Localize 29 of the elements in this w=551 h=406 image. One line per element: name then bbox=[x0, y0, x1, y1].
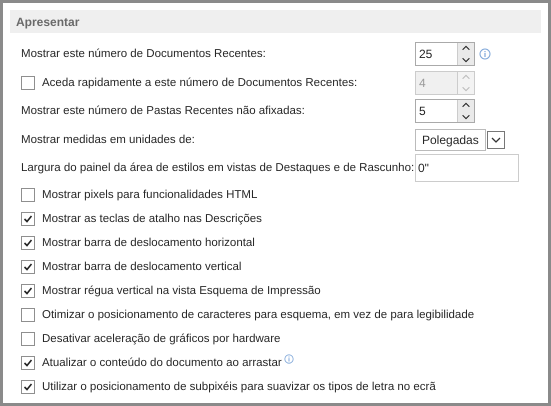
width-input-field[interactable]: 0" bbox=[415, 154, 519, 182]
option-label: Mostrar barra de deslocamento horizontal bbox=[42, 236, 255, 248]
option-label: Mostrar pixels para funcionalidades HTML bbox=[42, 188, 258, 200]
setting-label: Mostrar este número de Pastas Recentes não afixadas: bbox=[21, 105, 305, 118]
checkbox[interactable] bbox=[21, 236, 35, 250]
checkbox[interactable] bbox=[21, 308, 35, 322]
option-label: Mostrar as teclas de atalho nas Descrições bbox=[42, 212, 262, 224]
number-spinner[interactable]: 25 bbox=[415, 42, 475, 66]
option-label: Desativar aceleração de gráficos por hardware bbox=[42, 332, 280, 344]
checkbox[interactable] bbox=[21, 284, 35, 298]
units-dropdown[interactable]: Polegadas bbox=[415, 128, 486, 151]
section-title: Apresentar bbox=[16, 14, 80, 28]
chevron-down-icon[interactable] bbox=[486, 130, 505, 149]
option-label: Mostrar régua vertical na vista Esquema de Impressão bbox=[42, 284, 321, 296]
option-label: Mostrar barra de deslocamento vertical bbox=[42, 260, 242, 272]
checkbox[interactable] bbox=[21, 356, 35, 370]
setting-label: Mostrar este número de Documentos Recentes: bbox=[21, 48, 266, 60]
checkbox[interactable] bbox=[21, 332, 35, 346]
checkbox[interactable] bbox=[21, 380, 35, 394]
checkbox[interactable] bbox=[21, 188, 35, 202]
option-label: Otimizar o posicionamento de caracteres para esquema, em vez de para legibilidade bbox=[42, 308, 474, 320]
option-label: Atualizar o conteúdo do documento ao arrastar bbox=[42, 356, 282, 368]
number-spinner[interactable]: 5 bbox=[415, 99, 475, 124]
checkbox[interactable] bbox=[21, 260, 35, 274]
checkbox[interactable] bbox=[21, 212, 35, 226]
option-label: Utilizar o posicionamento de subpixéis para suavizar os tipos de letra no ecrã bbox=[42, 380, 436, 392]
setting-label: Largura do painel da área de estilos em vistas de Destaques e de Rascunho: bbox=[21, 162, 414, 174]
setting-label: Mostrar medidas em unidades de: bbox=[21, 134, 195, 146]
setting-label: Aceda rapidamente a este número de Documentos Recentes: bbox=[42, 76, 358, 89]
